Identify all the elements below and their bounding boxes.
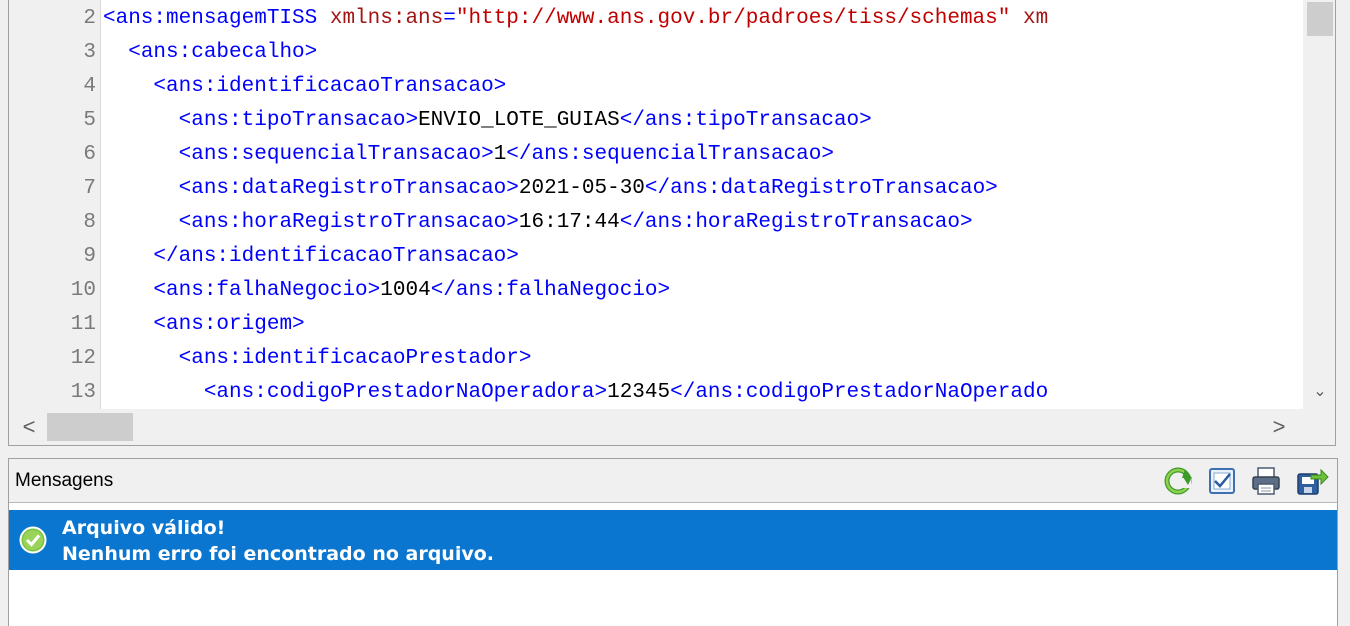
code-line[interactable]: </ans:identificacaoTransacao> [103, 240, 519, 274]
code-token: <ans:cabecalho> [128, 41, 318, 64]
line-number: 10 [70, 279, 96, 302]
print-icon [1252, 467, 1280, 495]
refresh-button[interactable] [1161, 465, 1195, 497]
line-number: 9 [83, 245, 96, 268]
messages-panel: Mensagens Arquivo válido! Nenhum erro fo… [8, 458, 1338, 626]
code-token: </ans:falhaNegocio> [430, 279, 671, 302]
line-number: 3 [83, 41, 96, 64]
code-token: </ans:horaRegistroTransacao> [619, 211, 973, 234]
code-line[interactable]: <ans:identificacaoTransacao> [103, 70, 506, 104]
line-number: 6 [83, 143, 96, 166]
code-token: </ans:sequencialTransacao> [506, 143, 834, 166]
vertical-scroll-thumb[interactable] [1307, 2, 1333, 36]
code-token: 16:17:44 [518, 211, 620, 234]
validate-icon [1209, 468, 1235, 494]
code-line[interactable]: <ans:mensagemTISS xmlns:ans="http://www.… [103, 2, 1048, 36]
line-number: 7 [83, 177, 96, 200]
code-line[interactable]: <ans:dataRegistroTransacao>2021-05-30</a… [103, 172, 998, 206]
xml-editor[interactable]: 2 3 4 5 6 7 8 9 10 11 12 13 <ans:mensagemTISS xmlns… [8, 0, 1336, 446]
messages-header: Mensagens [9, 459, 1337, 503]
code-token: <ans:sequencialTransacao> [178, 143, 494, 166]
refresh-icon [1164, 467, 1192, 495]
validate-button[interactable] [1205, 465, 1239, 497]
print-button[interactable] [1249, 465, 1283, 497]
code-token: <ans:identificacaoPrestador> [178, 347, 532, 370]
code-token: ENVIO_LOTE_GUIAS [418, 109, 620, 132]
code-token: 2021-05-30 [518, 177, 645, 200]
line-number: 5 [83, 109, 96, 132]
code-token: <ans:identificacaoTransacao> [153, 75, 507, 98]
code-token: <ans:horaRegistroTransacao> [178, 211, 519, 234]
code-token: 1004 [380, 279, 431, 302]
line-number: 11 [70, 313, 96, 336]
code-token: </ans:identificacaoTransacao> [153, 245, 519, 268]
code-token: </ans:dataRegistroTransacao> [644, 177, 998, 200]
code-line[interactable]: <ans:identificacaoPrestador> [103, 342, 532, 376]
code-token: <ans:falhaNegocio> [153, 279, 381, 302]
line-number: 2 [83, 7, 96, 30]
message-detail: Nenhum erro foi encontrado no arquivo. [62, 543, 494, 565]
horizontal-scrollbar[interactable]: < > [9, 409, 1335, 445]
code-token: <ans:tipoTransacao> [178, 109, 419, 132]
code-token: </ans:codigoPrestadorNaOperado [670, 381, 1049, 404]
code-line[interactable]: <ans:falhaNegocio>1004</ans:falhaNegocio… [103, 274, 670, 308]
code-token: <ans:dataRegistroTransacao> [178, 177, 519, 200]
vertical-scrollbar[interactable]: ⌄ [1303, 0, 1335, 409]
code-token: <ans:origem> [153, 313, 305, 336]
export-icon [1297, 468, 1329, 495]
line-number: 4 [83, 75, 96, 98]
scroll-right-arrow[interactable]: > [1263, 409, 1295, 445]
code-line[interactable]: <ans:sequencialTransacao>1</ans:sequenci… [103, 138, 834, 172]
code-token: <ans:mensagemTISS [103, 7, 330, 30]
code-line[interactable]: <ans:tipoTransacao>ENVIO_LOTE_GUIAS</ans… [103, 104, 872, 138]
code-line[interactable]: <ans:origem> [103, 308, 305, 342]
code-token: "http://www.ans.gov.br/padroes/tiss/sche… [455, 7, 1011, 30]
code-token: 12345 [607, 381, 671, 404]
code-token: </ans:tipoTransacao> [619, 109, 872, 132]
export-button[interactable] [1295, 465, 1329, 497]
code-token: <ans:codigoPrestadorNaOperadora> [203, 381, 608, 404]
scroll-down-arrow[interactable]: ⌄ [1307, 378, 1333, 406]
message-title: Arquivo válido! [62, 517, 226, 539]
message-item[interactable]: Arquivo válido! Nenhum erro foi encontra… [9, 510, 1337, 570]
horizontal-scroll-thumb[interactable] [47, 413, 133, 441]
line-number-gutter: 2 3 4 5 6 7 8 9 10 11 12 13 [9, 0, 101, 409]
code-token: xmlns:ans [329, 7, 444, 30]
scroll-left-arrow[interactable]: < [13, 409, 45, 445]
code-line[interactable]: <ans:codigoPrestadorNaOperadora>12345</a… [103, 376, 1048, 409]
messages-title: Mensagens [15, 470, 114, 491]
line-number: 12 [70, 347, 96, 370]
code-area[interactable]: <ans:mensagemTISS xmlns:ans="http://www.… [103, 0, 1301, 409]
code-token: xm [1010, 7, 1049, 30]
code-token: 1 [493, 143, 507, 166]
code-token: = [443, 7, 456, 30]
line-number: 8 [83, 211, 96, 234]
code-line[interactable]: <ans:horaRegistroTransacao>16:17:44</ans… [103, 206, 973, 240]
check-circle-icon [19, 526, 47, 554]
line-number: 13 [70, 381, 96, 404]
code-line[interactable]: <ans:cabecalho> [103, 36, 317, 70]
